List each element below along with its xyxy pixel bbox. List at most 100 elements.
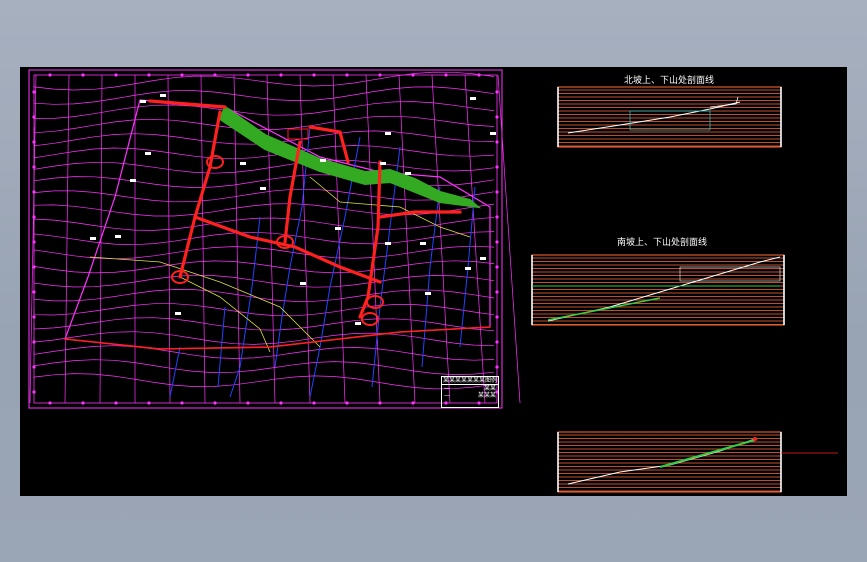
grid-line-vertical — [299, 74, 311, 404]
survey-line — [89, 256, 321, 348]
frame-tick — [312, 401, 316, 405]
frame-tick — [180, 73, 184, 77]
contour-line — [33, 260, 495, 274]
plan-marker-label — [320, 159, 326, 162]
contour-line — [33, 359, 495, 375]
frame-tick — [180, 401, 184, 405]
site-plan-drawing[interactable] — [20, 67, 847, 496]
frame-tick — [495, 140, 499, 144]
frame-tick — [32, 265, 36, 269]
plan-marker-label — [115, 235, 121, 238]
section-south-frame — [531, 254, 785, 326]
legend-row: — 某某 — [444, 385, 496, 392]
frame-tick — [495, 240, 499, 244]
frame-tick — [345, 401, 349, 405]
frame-tick — [48, 73, 52, 77]
frame-tick — [279, 401, 283, 405]
contour-line — [33, 289, 495, 302]
contour-line — [33, 159, 495, 174]
stream-line — [217, 306, 226, 388]
plan-marker-label — [145, 152, 151, 155]
frame-tick — [32, 365, 36, 369]
plan-marker-label — [260, 187, 266, 190]
frame-tick — [213, 401, 217, 405]
frame-tick — [246, 401, 250, 405]
plan-marker-label — [385, 242, 391, 245]
road-path — [64, 326, 491, 350]
plan-marker-label — [355, 322, 361, 325]
frame-tick — [378, 401, 382, 405]
frame-tick — [81, 401, 85, 405]
section-title-south: 南坡上、下山处剖面线 — [617, 238, 708, 248]
frame-tick — [32, 290, 36, 294]
frame-tick — [32, 240, 36, 244]
grid-line-vertical — [497, 74, 521, 404]
frame-tick — [32, 165, 36, 169]
contour-line — [33, 303, 495, 317]
contour-line — [33, 86, 495, 105]
section-third-point — [753, 437, 757, 441]
frame-tick — [48, 401, 52, 405]
contour-line — [33, 203, 495, 217]
cad-viewport[interactable]: 北坡上、下山处剖面线 南坡上、下山处剖面线 某某某某某某某图例 — 某某 — 某某某 — [20, 67, 847, 496]
section-third-frame — [557, 431, 782, 493]
plan-marker-label — [480, 257, 486, 260]
grid-line-vertical — [64, 74, 70, 404]
plan-marker-label — [405, 172, 411, 175]
plan-marker-label — [240, 162, 246, 165]
plan-marker-label — [335, 227, 341, 230]
legend-row: — 某某某 — [444, 392, 496, 399]
frame-tick — [32, 390, 36, 394]
frame-tick — [246, 73, 250, 77]
frame-tick — [114, 401, 118, 405]
grid-line-vertical — [167, 74, 171, 404]
frame-tick — [495, 315, 499, 319]
section-south-fill — [547, 297, 661, 321]
frame-tick — [495, 165, 499, 169]
frame-tick — [32, 115, 36, 119]
frame-tick — [495, 340, 499, 344]
drawing-legend: 某某某某某某某图例 — 某某 — 某某某 — [441, 376, 499, 408]
frame-tick — [312, 73, 316, 77]
plan-marker-label — [140, 100, 146, 103]
frame-tick — [32, 315, 36, 319]
plan-marker-label — [175, 312, 181, 315]
grid-line-vertical — [431, 74, 451, 404]
frame-tick — [495, 265, 499, 269]
frame-tick — [32, 190, 36, 194]
contour-line — [33, 101, 495, 119]
frame-tick — [32, 140, 36, 144]
survey-line — [179, 276, 271, 353]
plan-marker-label — [160, 94, 166, 97]
plan-marker-label — [425, 292, 431, 295]
plan-marker-label — [380, 162, 386, 165]
road-path — [178, 110, 222, 279]
frame-tick — [147, 401, 151, 405]
frame-tick — [411, 401, 415, 405]
plan-marker-label — [470, 97, 476, 100]
section-north-leader — [709, 96, 739, 108]
frame-tick — [495, 365, 499, 369]
frame-tick — [495, 190, 499, 194]
contour-line — [33, 373, 495, 390]
frame-tick — [147, 73, 151, 77]
frame-tick — [477, 73, 481, 77]
frame-tick — [81, 73, 85, 77]
contour-line — [33, 274, 495, 288]
frame-tick — [345, 73, 349, 77]
grid-line-vertical — [332, 74, 346, 404]
frame-tick — [495, 290, 499, 294]
frame-tick — [279, 73, 283, 77]
frame-tick — [411, 73, 415, 77]
frame-tick — [378, 73, 382, 77]
contour-line — [33, 115, 495, 134]
plan-marker-label — [420, 242, 426, 245]
frame-tick — [495, 115, 499, 119]
frame-tick — [114, 73, 118, 77]
plan-marker-label — [90, 237, 96, 240]
grid-line-vertical — [266, 74, 276, 404]
frame-tick — [444, 73, 448, 77]
section-south-profile — [547, 256, 781, 322]
tag-box — [287, 128, 309, 140]
section-north-box — [629, 110, 711, 131]
